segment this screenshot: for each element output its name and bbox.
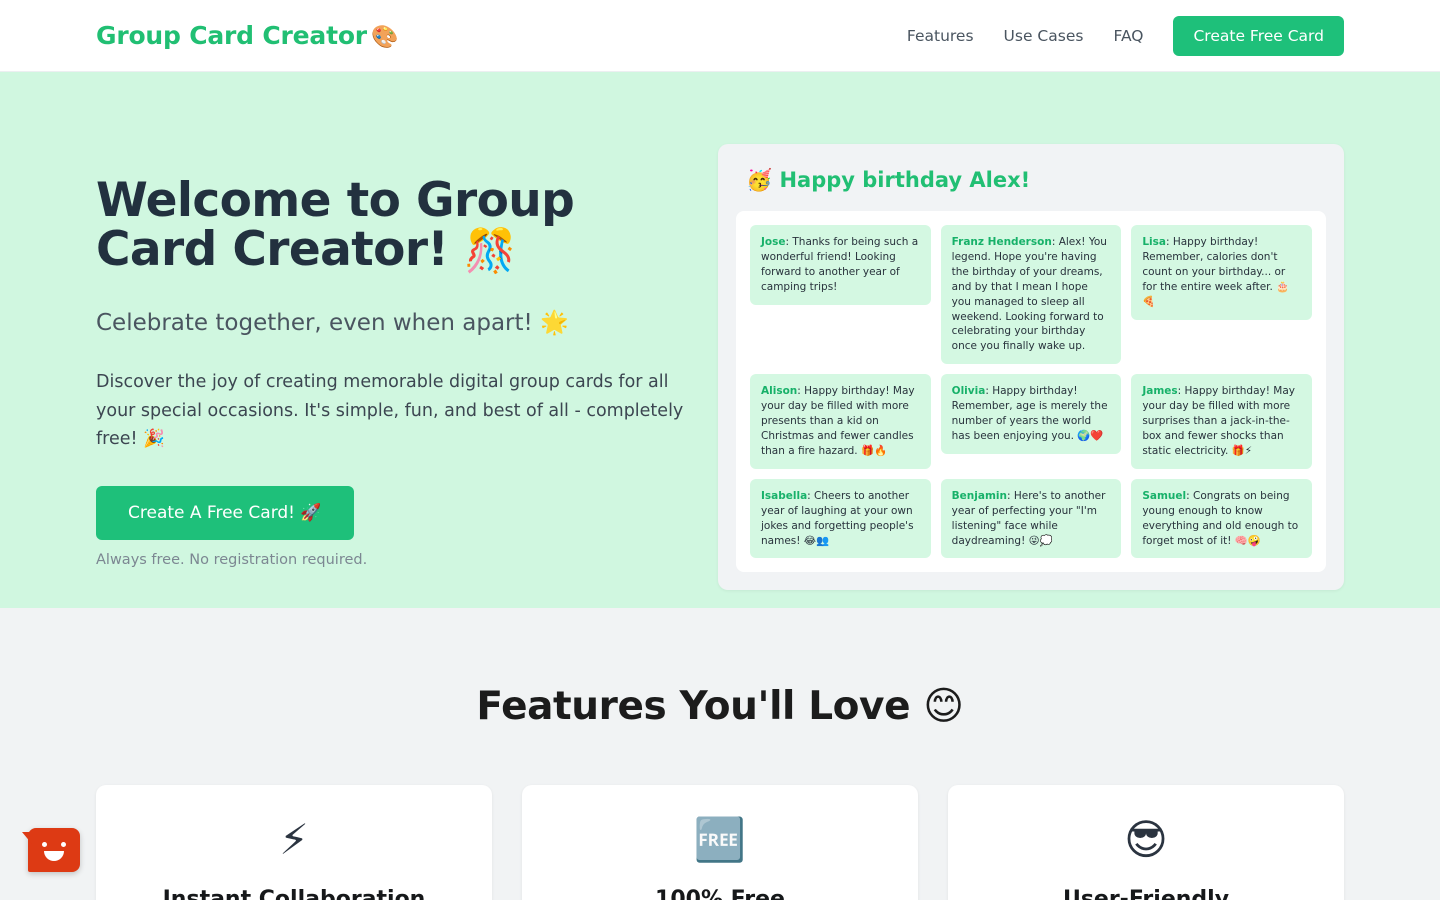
chat-bubble-icon[interactable] bbox=[22, 828, 80, 872]
main-navigation: Features Use Cases FAQ Create Free Card bbox=[907, 15, 1344, 56]
message-card[interactable]: Franz Henderson: Alex! You legend. Hope … bbox=[940, 225, 1122, 365]
message-card[interactable]: James: Happy birthday! May your day be f… bbox=[1131, 374, 1312, 469]
message-text: : Alex! You legend. Hope you're having t… bbox=[951, 236, 1107, 353]
free-badge-icon: 🆓 bbox=[693, 815, 747, 864]
hero-section: Welcome to Group Card Creator! 🎊 Celebra… bbox=[0, 72, 1440, 608]
features-section: Features You'll Love 😊 ⚡ Instant Collabo… bbox=[0, 608, 1440, 900]
message-card[interactable]: Alison: Happy birthday! May your day be … bbox=[750, 374, 931, 469]
message-author: Lisa bbox=[1142, 236, 1166, 248]
palette-icon: 🎨 bbox=[370, 25, 399, 50]
hero-description: Discover the joy of creating memorable d… bbox=[96, 371, 684, 450]
feature-grid: ⚡ Instant Collaboration 🆓 100% Free 😎 Us… bbox=[0, 785, 1440, 900]
card-preview-panel: 🥳 Happy birthday Alex! Jose: Thanks for … bbox=[718, 144, 1344, 591]
nav-item-faq[interactable]: FAQ bbox=[1113, 27, 1143, 45]
message-card[interactable]: Samuel: Congrats on being young enough t… bbox=[1131, 478, 1312, 559]
message-author: Samuel bbox=[1142, 489, 1187, 502]
feature-card-instant-collaboration[interactable]: ⚡ Instant Collaboration bbox=[96, 785, 492, 900]
card-preview-board: Jose: Thanks for being such a wonderful … bbox=[736, 211, 1326, 573]
chat-eye-left bbox=[42, 842, 47, 847]
message-author: Franz Henderson bbox=[951, 236, 1052, 248]
message-author: Jose bbox=[761, 236, 786, 248]
feature-title: Instant Collaboration bbox=[162, 887, 426, 900]
feature-title: 100% Free bbox=[655, 887, 785, 900]
message-text: : Thanks for being such a wonderful frie… bbox=[761, 236, 919, 293]
chat-mouth bbox=[44, 851, 64, 861]
brand-logo[interactable]: Group Card Creator 🎨 bbox=[96, 21, 398, 50]
hero-note: Always free. No registration required. bbox=[96, 552, 368, 569]
feature-card-user-friendly[interactable]: 😎 User-Friendly bbox=[948, 785, 1344, 900]
feature-card-100-percent-free[interactable]: 🆓 100% Free bbox=[522, 785, 918, 900]
chat-eye-right bbox=[61, 842, 66, 847]
message-author: Alison bbox=[761, 385, 798, 398]
nav-item-features[interactable]: Features bbox=[907, 27, 974, 45]
feature-title: User-Friendly bbox=[1062, 887, 1230, 900]
message-author: Benjamin bbox=[951, 489, 1007, 502]
card-preview-heading: 🥳 Happy birthday Alex! bbox=[746, 168, 1031, 192]
message-author: James bbox=[1142, 385, 1178, 398]
confetti-icon: 🎊 bbox=[464, 226, 516, 276]
sunglasses-face-icon: 😎 bbox=[1124, 815, 1168, 864]
nav-item-use-cases[interactable]: Use Cases bbox=[1004, 27, 1084, 45]
message-author: Olivia bbox=[951, 385, 986, 398]
hero-create-card-button[interactable]: Create A Free Card! 🚀 bbox=[96, 486, 354, 541]
site-header: Group Card Creator 🎨 Features Use Cases F… bbox=[0, 0, 1440, 72]
hero-content: Welcome to Group Card Creator! 🎊 Celebra… bbox=[96, 144, 706, 568]
brand-label: Group Card Creator bbox=[96, 21, 367, 50]
message-card[interactable]: Isabella: Cheers to another year of laug… bbox=[750, 478, 931, 559]
create-free-card-button[interactable]: Create Free Card bbox=[1173, 15, 1344, 56]
message-card[interactable]: Benjamin: Here's to another year of perf… bbox=[940, 478, 1122, 559]
hero-title: Welcome to Group Card Creator! 🎊 bbox=[96, 176, 706, 275]
message-author: Isabella bbox=[761, 489, 808, 502]
message-card[interactable]: Olivia: Happy birthday! Remember, age is… bbox=[940, 374, 1122, 454]
lightning-bolt-icon: ⚡ bbox=[279, 815, 309, 864]
features-title: Features You'll Love 😊 bbox=[476, 684, 964, 729]
message-card[interactable]: Jose: Thanks for being such a wonderful … bbox=[750, 225, 931, 305]
message-card[interactable]: Lisa: Happy birthday! Remember, calories… bbox=[1131, 225, 1312, 320]
hero-subtitle: Celebrate together, even when apart! 🌟 bbox=[96, 309, 569, 336]
